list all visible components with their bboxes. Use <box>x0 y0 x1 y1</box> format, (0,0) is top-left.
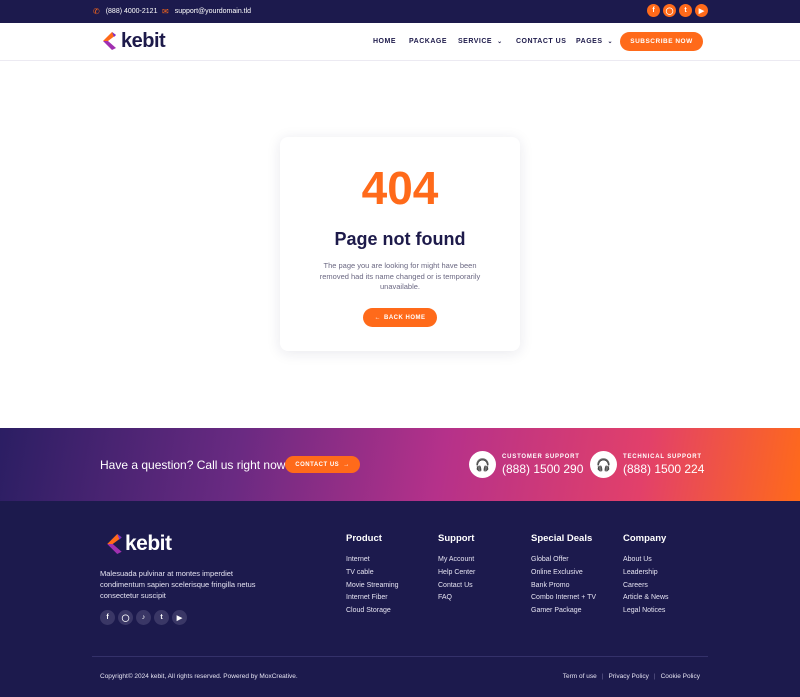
footer-link[interactable]: Global Offer <box>531 556 596 569</box>
footer-link[interactable]: Leadership <box>623 569 669 582</box>
nav-home-label: HOME <box>373 38 396 45</box>
footer-link[interactable]: My Account <box>438 556 475 569</box>
footer-logo[interactable]: kebit <box>105 532 172 556</box>
headset-icon: 🎧 <box>590 451 617 478</box>
instagram-icon[interactable]: ◯ <box>663 4 676 17</box>
footer-link[interactable]: Movie Streaming <box>346 582 399 595</box>
legal-separator: | <box>601 673 604 680</box>
cta-question: Have a question? Call us right now <box>100 458 286 472</box>
footer-col-company: Company About Us Leadership Careers Arti… <box>623 533 669 620</box>
footer-col-heading: Company <box>623 533 667 544</box>
not-found-card: 404 Page not found The page you are look… <box>280 137 520 351</box>
error-description: The page you are looking for might have … <box>319 261 481 291</box>
phone-icon: ✆ <box>93 7 100 16</box>
arrow-left-icon: ← <box>374 314 381 321</box>
footer-link[interactable]: Combo Internet + TV <box>531 594 596 607</box>
topbar-email[interactable]: ✉ support@yourdomain.tld <box>162 0 251 23</box>
site-footer: kebit Malesuada pulvinar at montes imper… <box>0 501 800 697</box>
headset-icon: 🎧 <box>469 451 496 478</box>
site-logo[interactable]: kebit <box>101 29 166 53</box>
nav-contact-us[interactable]: CONTACT US <box>516 38 566 45</box>
chevron-down-icon: ⌄ <box>497 39 503 45</box>
footer-col-special-deals: Special Deals Global Offer Online Exclus… <box>531 533 596 620</box>
nav-home[interactable]: HOME <box>373 38 396 45</box>
contact-us-label: CONTACT US <box>295 461 340 468</box>
instagram-icon[interactable]: ◯ <box>118 610 133 625</box>
footer-link[interactable]: Bank Promo <box>531 582 596 595</box>
footer-link[interactable]: Internet Fiber <box>346 594 399 607</box>
footer-link[interactable]: Gamer Package <box>531 607 596 620</box>
footer-about: Malesuada pulvinar at montes imperdiet c… <box>100 569 256 600</box>
footer-copyright: Copyright© 2024 kebit, All rights reserv… <box>100 673 298 680</box>
footer-col-product: Product Internet TV cable Movie Streamin… <box>346 533 399 620</box>
terms-link[interactable]: Term of use <box>563 673 597 680</box>
nav-pages[interactable]: PAGES ⌄ <box>576 38 613 45</box>
youtube-icon[interactable]: ▶ <box>695 4 708 17</box>
logo-text: kebit <box>121 29 166 52</box>
technical-support[interactable]: 🎧 TECHNICAL SUPPORT (888) 1500 224 <box>590 451 704 478</box>
customer-support-phone: (888) 1500 290 <box>502 461 584 476</box>
customer-support-label: CUSTOMER SUPPORT <box>502 453 580 460</box>
footer-link[interactable]: Article & News <box>623 594 669 607</box>
technical-support-phone: (888) 1500 224 <box>623 461 705 476</box>
nav-service[interactable]: SERVICE ⌄ <box>458 38 503 45</box>
contact-cta-band: Have a question? Call us right now CONTA… <box>0 428 800 501</box>
technical-support-label: TECHNICAL SUPPORT <box>623 453 702 460</box>
facebook-icon[interactable]: f <box>647 4 660 17</box>
chevron-down-icon: ⌄ <box>607 39 614 45</box>
footer-col-support: Support My Account Help Center Contact U… <box>438 533 475 607</box>
back-home-button[interactable]: ← BACK HOME <box>363 308 437 327</box>
error-code: 404 <box>361 162 439 214</box>
footer-divider <box>92 656 708 657</box>
subscribe-button[interactable]: SUBSCRIBE NOW <box>620 32 703 51</box>
footer-link[interactable]: Contact Us <box>438 582 475 595</box>
footer-link[interactable]: Help Center <box>438 569 475 582</box>
footer-legal-links: Term of use | Privacy Policy | Cookie Po… <box>563 673 700 680</box>
error-title: Page not found <box>334 229 466 249</box>
twitter-icon[interactable]: t <box>154 610 169 625</box>
topbar-phone[interactable]: ✆ (888) 4000-2121 <box>93 0 157 23</box>
footer-link[interactable]: Careers <box>623 582 669 595</box>
topbar-email-text: support@yourdomain.tld <box>174 8 252 15</box>
facebook-icon[interactable]: f <box>100 610 115 625</box>
footer-col-heading: Support <box>438 533 475 544</box>
arrow-right-icon: → <box>343 461 350 468</box>
topbar-phone-text: (888) 4000-2121 <box>105 8 158 15</box>
footer-link[interactable]: About Us <box>623 556 669 569</box>
footer-col-heading: Special Deals <box>531 533 593 544</box>
back-home-label: BACK HOME <box>384 314 426 321</box>
footer-link[interactable]: TV cable <box>346 569 399 582</box>
footer-logo-text: kebit <box>125 532 172 555</box>
nav-contact-label: CONTACT US <box>516 38 567 45</box>
footer-link[interactable]: Online Exclusive <box>531 569 596 582</box>
footer-col-heading: Product <box>346 533 382 544</box>
privacy-link[interactable]: Privacy Policy <box>608 673 648 680</box>
tiktok-icon[interactable]: ♪ <box>136 610 151 625</box>
top-bar: ✆ (888) 4000-2121 ✉ support@yourdomain.t… <box>0 0 800 23</box>
nav-package[interactable]: PACKAGE <box>409 38 447 45</box>
footer-link[interactable]: Internet <box>346 556 399 569</box>
twitter-icon[interactable]: t <box>679 4 692 17</box>
footer-link[interactable]: Legal Notices <box>623 607 669 620</box>
legal-separator: | <box>653 673 656 680</box>
footer-link[interactable]: FAQ <box>438 594 475 607</box>
contact-us-button[interactable]: CONTACT US → <box>285 456 360 473</box>
logo-mark-icon <box>107 534 122 554</box>
nav-service-label: SERVICE <box>458 38 493 45</box>
site-header: kebit HOME PACKAGE SERVICE ⌄ CONTACT US … <box>0 23 800 61</box>
topbar-social: f ◯ t ▶ <box>647 4 708 17</box>
footer-link[interactable]: Cloud Storage <box>346 607 399 620</box>
nav-package-label: PACKAGE <box>409 38 447 45</box>
logo-mark-icon <box>103 32 116 50</box>
footer-social: f ◯ ♪ t ▶ <box>100 610 187 625</box>
nav-pages-label: PAGES <box>576 38 603 45</box>
youtube-icon[interactable]: ▶ <box>172 610 187 625</box>
customer-support[interactable]: 🎧 CUSTOMER SUPPORT (888) 1500 290 <box>469 451 583 478</box>
cookie-link[interactable]: Cookie Policy <box>661 673 700 680</box>
mail-icon: ✉ <box>162 7 169 16</box>
